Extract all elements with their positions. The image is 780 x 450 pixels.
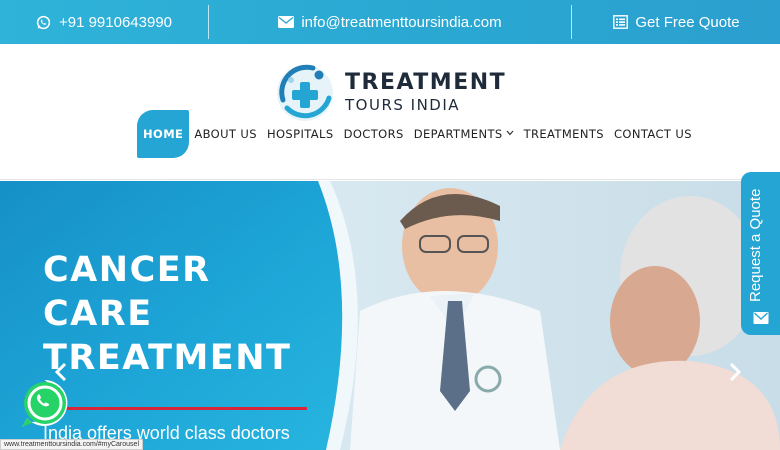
phone-link[interactable]: +91 9910643990 bbox=[0, 0, 208, 44]
phone-text: +91 9910643990 bbox=[58, 13, 173, 31]
hero-title-line-3: TREATMENT bbox=[43, 338, 292, 378]
list-form-icon bbox=[612, 14, 628, 30]
chevron-down-icon bbox=[506, 129, 514, 139]
nav-departments[interactable]: DEPARTMENTS bbox=[409, 109, 519, 159]
hero-title-line-2: CARE bbox=[43, 294, 153, 334]
carousel-next-arrow-icon[interactable] bbox=[724, 361, 746, 383]
email-link[interactable]: info@treatmenttoursindia.com bbox=[208, 5, 572, 39]
whatsapp-icon bbox=[22, 380, 68, 427]
nav-treatments[interactable]: TREATMENTS bbox=[519, 109, 609, 159]
hero-divider bbox=[43, 407, 307, 410]
nav-departments-label: DEPARTMENTS bbox=[413, 127, 503, 141]
nav-doctors[interactable]: DOCTORS bbox=[339, 109, 409, 159]
nav-home[interactable]: HOME bbox=[137, 110, 190, 158]
hero-title: CANCER CARE TREATMENT bbox=[43, 248, 291, 380]
envelope-icon bbox=[753, 310, 769, 326]
request-quote-tab[interactable]: Request a Quote bbox=[741, 172, 780, 335]
request-quote-label: Request a Quote bbox=[747, 188, 764, 302]
get-quote-text: Get Free Quote bbox=[635, 13, 740, 31]
envelope-icon bbox=[278, 14, 295, 30]
main-navigation: HOME ABOUT US HOSPITALS DOCTORS DEPARTME… bbox=[137, 109, 697, 159]
hero-carousel: CANCER CARE TREATMENT India offers world… bbox=[0, 181, 780, 450]
whatsapp-phone-icon bbox=[36, 14, 52, 30]
whatsapp-chat-button[interactable] bbox=[17, 376, 72, 431]
site-header: TREATMENT TOURS INDIA HOME ABOUT US HOSP… bbox=[0, 44, 780, 180]
top-contact-bar: +91 9910643990 info@treatmenttoursindia.… bbox=[0, 0, 780, 44]
nav-hospitals[interactable]: HOSPITALS bbox=[262, 109, 339, 159]
nav-contact-us[interactable]: CONTACT US bbox=[609, 109, 697, 159]
nav-about-us[interactable]: ABOUT US bbox=[189, 109, 262, 159]
hero-title-line-1: CANCER bbox=[43, 250, 211, 290]
logo-title: TREATMENT bbox=[345, 69, 507, 95]
get-quote-link[interactable]: Get Free Quote bbox=[572, 0, 780, 44]
email-text: info@treatmenttoursindia.com bbox=[301, 13, 502, 31]
browser-status-url: www.treatmenttoursindia.com/#myCarousel bbox=[0, 439, 143, 450]
